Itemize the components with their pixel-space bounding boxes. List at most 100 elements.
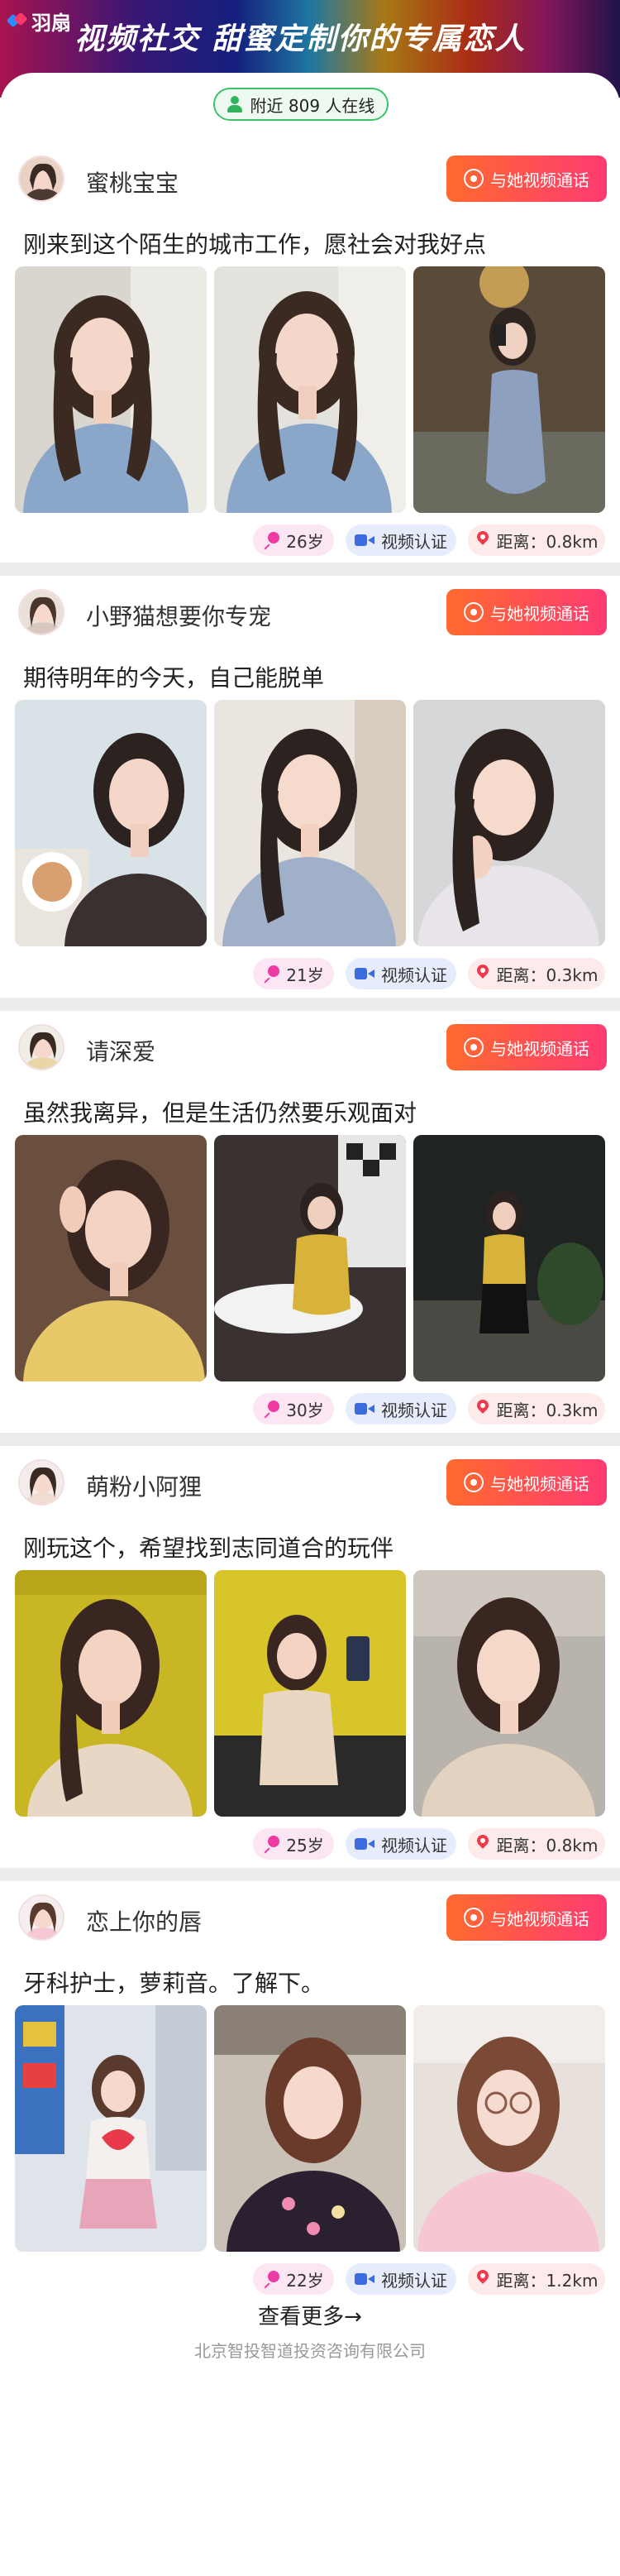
profile-motto: 期待明年的今天，自己能脱单 [23,664,325,692]
verify-text: 视频认证 [381,2270,447,2291]
profile-tags: 22岁 视频认证 距离：1.2km [0,2263,620,2296]
video-call-label: 与她视频通话 [490,1473,589,1494]
profile-tags: 26岁 视频认证 距离：0.8km [0,524,620,558]
online-count-text: 附近 809 人在线 [250,95,375,116]
video-call-label: 与她视频通话 [490,170,589,190]
profile-card[interactable]: 萌粉小阿狸 与她视频通话 刚玩这个，希望找到志同道合的玩伴 25岁 视频认证 距… [0,1446,620,1868]
video-call-button[interactable]: 与她视频通话 [446,589,607,635]
logo-icon [8,12,26,31]
username: 萌粉小阿狸 [86,1473,203,1501]
profile-photo[interactable] [15,1135,207,1381]
profile-tags: 25岁 视频认证 距离：0.8km [0,1828,620,1861]
camera-icon [464,1472,484,1492]
age-icon [263,965,280,982]
location-pin-icon [475,2270,490,2288]
profile-photo[interactable] [15,1570,207,1817]
profile-card[interactable]: 请深爱 与她视频通话 虽然我离异，但是生活仍然要乐观面对 30岁 视频认证 距离… [0,1011,620,1433]
profile-photo[interactable] [15,266,207,513]
video-icon [355,534,374,547]
profile-photo[interactable] [15,2005,207,2252]
username: 小野猫想要你专宠 [86,603,272,630]
banner-title: 视频社交 甜蜜定制你的专属恋人 [74,22,527,56]
card-separator [0,1868,620,1881]
app-logo: 羽扇 [8,7,71,36]
age-badge: 30岁 [253,1393,334,1424]
video-verified-badge: 视频认证 [346,958,456,989]
profile-photo[interactable] [214,1135,406,1381]
profile-photo[interactable] [214,1570,406,1817]
age-badge: 26岁 [253,524,334,556]
video-verified-badge: 视频认证 [346,524,456,556]
profile-motto: 牙科护士，萝莉音。了解下。 [23,1970,325,1997]
profile-motto: 刚来到这个陌生的城市工作，愿社会对我好点 [23,231,487,258]
camera-icon [464,1037,484,1057]
profile-photo[interactable] [413,2005,605,2252]
age-text: 22岁 [286,2270,324,2291]
video-call-label: 与她视频通话 [490,1908,589,1929]
company-name: 北京智投智道投资咨询有限公司 [194,2341,426,2361]
avatar[interactable] [18,1024,64,1070]
location-pin-icon [475,1400,490,1418]
age-badge: 25岁 [253,1828,334,1860]
profile-photo[interactable] [413,700,605,946]
age-badge: 21岁 [253,958,334,989]
distance-badge: 距离：0.3km [468,958,605,989]
avatar[interactable] [18,156,64,202]
distance-text: 距离：0.8km [496,531,599,552]
camera-icon [464,1908,484,1927]
person-icon [227,96,242,113]
distance-text: 距离：0.3km [496,1400,599,1420]
age-icon [263,2271,280,2287]
profile-photo[interactable] [413,1135,605,1381]
camera-icon [464,169,484,189]
distance-text: 距离：1.2km [496,2270,599,2291]
age-text: 21岁 [286,965,324,985]
age-icon [263,1401,280,1417]
profile-card[interactable]: 恋上你的唇 与她视频通话 牙科护士，萝莉音。了解下。 22岁 视频认证 距离：1… [0,1881,620,2303]
location-pin-icon [475,1835,490,1853]
username: 蜜桃宝宝 [86,170,179,197]
video-call-button[interactable]: 与她视频通话 [446,1024,607,1070]
verify-text: 视频认证 [381,1400,447,1420]
avatar[interactable] [18,589,64,635]
card-separator [0,998,620,1011]
profile-tags: 30岁 视频认证 距离：0.3km [0,1393,620,1426]
card-separator [0,1433,620,1446]
age-text: 30岁 [286,1400,324,1420]
age-icon [263,532,280,548]
profile-motto: 刚玩这个，希望找到志同道合的玩伴 [23,1535,394,1562]
verify-text: 视频认证 [381,531,447,552]
profile-photo[interactable] [214,700,406,946]
video-icon [355,1837,374,1851]
distance-badge: 距离：1.2km [468,2263,605,2295]
distance-text: 距离：0.8km [496,1835,599,1855]
avatar[interactable] [18,1894,64,1941]
video-call-button[interactable]: 与她视频通话 [446,1459,607,1506]
distance-badge: 距离：0.3km [468,1393,605,1424]
avatar[interactable] [18,1459,64,1506]
video-call-label: 与她视频通话 [490,1038,589,1059]
verify-text: 视频认证 [381,1835,447,1855]
profile-card[interactable]: 蜜桃宝宝 与她视频通话 刚来到这个陌生的城市工作，愿社会对我好点 26岁 视频认… [0,142,620,564]
see-more-link[interactable]: 查看更多→ [0,2300,620,2330]
distance-badge: 距离：0.8km [468,1828,605,1860]
profile-photo[interactable] [214,2005,406,2252]
profile-photo[interactable] [15,700,207,946]
username: 恋上你的唇 [86,1908,203,1936]
video-call-button[interactable]: 与她视频通话 [446,156,607,202]
profile-photo[interactable] [413,1570,605,1817]
profile-photo[interactable] [413,266,605,513]
online-count-badge: 附近 809 人在线 [213,88,389,121]
verify-text: 视频认证 [381,965,447,985]
profile-card[interactable]: 小野猫想要你专宠 与她视频通话 期待明年的今天，自己能脱单 21岁 视频认证 距… [0,576,620,998]
age-badge: 22岁 [253,2263,334,2295]
video-icon [355,2272,374,2286]
age-text: 26岁 [286,531,324,552]
camera-icon [464,602,484,622]
video-call-label: 与她视频通话 [490,603,589,624]
location-pin-icon [475,531,490,549]
video-call-button[interactable]: 与她视频通话 [446,1894,607,1941]
profile-photo[interactable] [214,266,406,513]
age-text: 25岁 [286,1835,324,1855]
logo-text: 羽扇 [31,12,71,35]
